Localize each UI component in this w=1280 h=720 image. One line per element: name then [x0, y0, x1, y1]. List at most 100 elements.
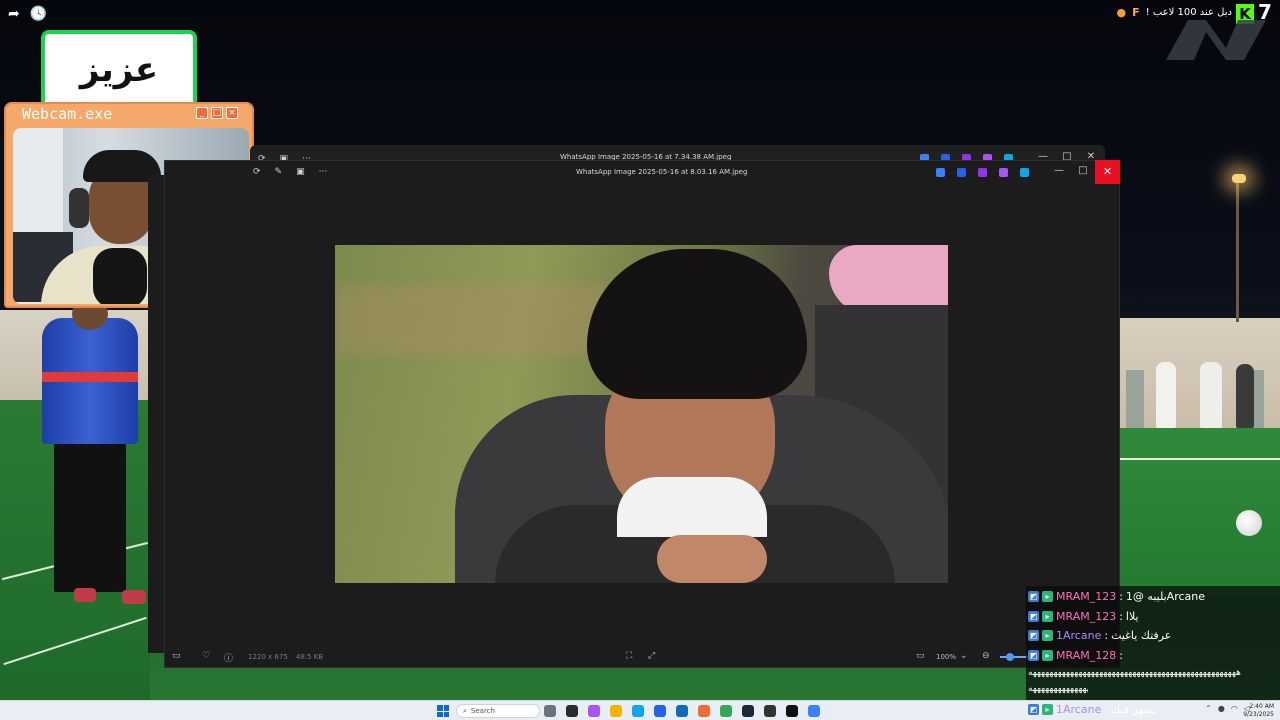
chat-text: يلاا [1125, 610, 1139, 623]
badge-icon: ▸ [1042, 611, 1053, 622]
headphone-left [69, 188, 89, 228]
microphone [93, 248, 147, 304]
badge-icon: ◩ [1028, 630, 1039, 641]
epic-icon[interactable] [786, 705, 798, 717]
rotate-icon[interactable]: ⟳ [253, 167, 261, 177]
front-toolbar: ⟳ ✎ ▣ ··· [253, 167, 327, 177]
chat-username: 1Arcane [1056, 703, 1102, 716]
badge-icon: ▸ [1042, 650, 1053, 661]
badge-icon: ◩ [1028, 591, 1039, 602]
player-shoe [74, 588, 96, 602]
chat-username: MRAM_123 [1056, 610, 1117, 623]
displayed-photo [335, 245, 948, 583]
taskbar-search[interactable]: ⌕ Search [456, 704, 540, 718]
badge-icon: ◩ [1028, 704, 1039, 715]
chat-separator: : [1119, 590, 1123, 603]
player-legs [54, 442, 126, 592]
fullscreen-icon[interactable]: ⤢ [648, 651, 655, 661]
channel-logo-icon [1166, 20, 1266, 60]
widgets-icon[interactable] [566, 705, 578, 717]
chat-message: ◩ ▸ MRAM_128 : [1028, 649, 1126, 662]
close-button[interactable]: ✕ [1095, 160, 1120, 184]
badge-icon: ▸ [1042, 591, 1053, 602]
name-banner-text: عزيز [79, 50, 159, 90]
zoom-dropdown-icon[interactable]: ⌄ [960, 651, 968, 661]
flame-icon: ● [1116, 6, 1127, 19]
zoom-level[interactable]: 100% [936, 653, 956, 661]
chat-message: ◩ ▸ MRAM_123 : يلاا [1028, 610, 1139, 623]
name-banner: عزيز [41, 30, 197, 110]
chrome-icon[interactable] [720, 705, 732, 717]
back-window-edge [148, 175, 164, 653]
edge-icon[interactable] [632, 705, 644, 717]
floodlight-pole [1236, 182, 1239, 322]
edit-app-icon[interactable] [957, 168, 966, 177]
taskbar-clock[interactable]: 2:40 AM 9/23/2025 [1243, 703, 1274, 719]
favorite-icon[interactable]: ♡ [202, 651, 210, 661]
photo-hands [657, 535, 767, 583]
outlook-icon[interactable] [676, 705, 688, 717]
chat-text: بشهر فيك [1111, 703, 1157, 716]
badge-icon: ▸ [1042, 704, 1053, 715]
image-dimensions: 1220 x 675 [248, 653, 288, 661]
bg-person [1200, 362, 1222, 428]
front-app-icons [936, 168, 1029, 177]
designer-icon[interactable] [999, 168, 1008, 177]
ticker: ● F ! دبل عند 100 لاعب [1117, 6, 1232, 19]
floodlight [1232, 174, 1246, 183]
zoom-slider[interactable] [1000, 656, 1028, 658]
chat-username: MRAM_128 [1056, 649, 1117, 662]
webcam-close-button[interactable]: × [226, 107, 238, 119]
chat-text: بليبه @1Arcane [1125, 590, 1206, 603]
viewer-bottom-bar: ▭ ♡ ⓘ 1220 x 675 48.5 KB ⛶ ⤢ ▭ 100% ⌄ ⊖ [164, 646, 1120, 668]
info-icon[interactable]: ⓘ [224, 651, 233, 664]
webcam-title: Webcam.exe [22, 105, 113, 123]
chat-message: ◩ ▸ MRAM_123 : بليبه @1Arcane [1028, 590, 1205, 603]
edit-icon[interactable]: ✎ [275, 167, 283, 177]
bg-person [1156, 362, 1176, 428]
slideshow-icon[interactable]: ▣ [296, 167, 305, 177]
filmstrip-icon[interactable]: ▭ [172, 651, 181, 661]
webcam-maximize-button[interactable]: □ [211, 107, 223, 119]
share-icon[interactable]: ➦ [8, 6, 20, 22]
clipchamp-icon[interactable] [978, 168, 987, 177]
obs-icon[interactable] [764, 705, 776, 717]
copilot-icon[interactable] [936, 168, 945, 177]
wifi-icon[interactable]: ◠ [1231, 704, 1238, 713]
onedrive-icon[interactable] [1020, 168, 1029, 177]
chat-message: ◩ ▸ 1Arcane : بشهر فيك [1028, 703, 1156, 716]
webcam-window-buttons: _ □ × [196, 107, 238, 119]
player-shoe [122, 590, 146, 604]
photos-icon[interactable] [808, 705, 820, 717]
start-button[interactable] [437, 705, 449, 717]
chat-username: MRAM_123 [1056, 590, 1117, 603]
maximize-button[interactable]: □ [1071, 165, 1095, 176]
file-explorer-icon[interactable] [610, 705, 622, 717]
photo-collar [617, 477, 767, 537]
player-shirt-stripe [42, 372, 138, 382]
actual-size-icon[interactable]: ▭ [916, 651, 925, 661]
chat-separator: : [1104, 629, 1109, 642]
fit-icon[interactable]: ⛶ [626, 651, 632, 661]
top-left-icons: ➦ 🕓 [8, 6, 47, 22]
badge-icon: ◩ [1028, 611, 1039, 622]
minimize-button[interactable]: — [1047, 165, 1071, 176]
copilot-icon[interactable] [588, 705, 600, 717]
steam-icon[interactable] [742, 705, 754, 717]
clock-time: 2:40 AM [1249, 703, 1274, 710]
zoom-out-icon[interactable]: ⊖ [982, 651, 990, 661]
store-icon[interactable] [654, 705, 666, 717]
tray-chevron-icon[interactable]: ⌃ [1205, 704, 1212, 713]
chat-spam-text: هههههههههههههههههههههههههههههههههههههههه… [1028, 668, 1242, 678]
image-filesize: 48.5 KB [296, 653, 324, 661]
clock-icon[interactable]: 🕓 [30, 6, 47, 22]
webcam-minimize-button[interactable]: _ [196, 107, 208, 119]
photo-grass [335, 285, 615, 355]
brave-icon[interactable] [698, 705, 710, 717]
mic-icon[interactable]: ● [1218, 704, 1225, 713]
task-view-icon[interactable] [544, 705, 556, 717]
more-icon[interactable]: ··· [319, 167, 328, 177]
chat-separator: : [1119, 649, 1123, 662]
zoom-slider-handle[interactable] [1006, 653, 1014, 661]
taskbar-apps [544, 705, 820, 717]
